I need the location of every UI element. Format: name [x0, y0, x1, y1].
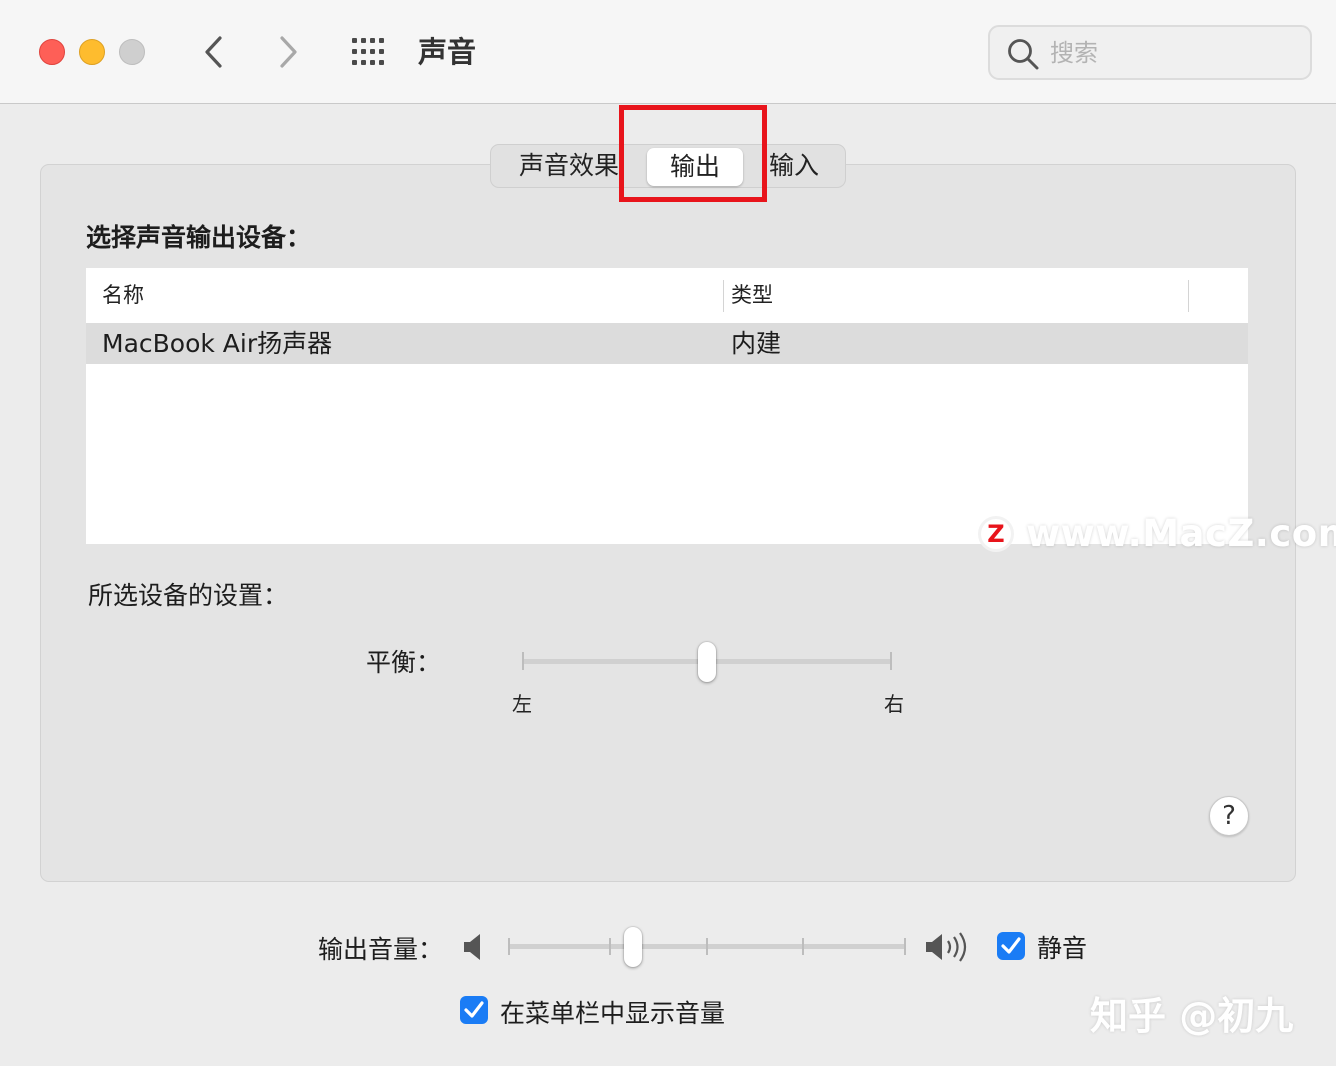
- balance-slider-knob[interactable]: [698, 642, 716, 682]
- mute-checkbox[interactable]: [997, 932, 1025, 960]
- show-all-button[interactable]: [350, 36, 390, 68]
- close-button[interactable]: [39, 39, 65, 65]
- window-title: 声音: [418, 35, 477, 69]
- show-volume-in-menubar-checkbox[interactable]: [460, 996, 488, 1024]
- help-button[interactable]: ?: [1209, 796, 1249, 836]
- tab-sound-effects[interactable]: 声音效果: [509, 145, 629, 187]
- speaker-high-icon: [926, 932, 967, 962]
- chevron-left-icon: [205, 36, 222, 68]
- site-watermark: Z www.MacZ.com: [978, 512, 1336, 556]
- balance-right-label: 右: [884, 692, 904, 716]
- volume-tick: [706, 938, 708, 955]
- balance-label: 平衡：: [366, 648, 442, 677]
- site-watermark-text: www.MacZ.com: [1026, 512, 1336, 555]
- back-button[interactable]: [196, 30, 232, 74]
- device-name-cell: MacBook Air扬声器: [102, 329, 333, 358]
- checkmark-icon: [464, 1001, 484, 1018]
- show-volume-in-menubar-label[interactable]: 在菜单栏中显示音量: [500, 994, 725, 1030]
- volume-slider-knob[interactable]: [624, 927, 643, 967]
- author-watermark: 知乎 @初九: [1090, 994, 1294, 1038]
- volume-tick: [508, 938, 510, 955]
- device-table[interactable]: 名称 类型 MacBook Air扬声器 内建: [86, 268, 1248, 544]
- minimize-button[interactable]: [79, 39, 105, 65]
- mute-label[interactable]: 静音: [1037, 929, 1087, 965]
- column-divider[interactable]: [1188, 280, 1189, 312]
- choose-device-label: 选择声音输出设备：: [86, 223, 312, 252]
- tab-input[interactable]: 输入: [759, 145, 829, 187]
- grid-icon: [352, 38, 384, 65]
- balance-left-label: 左: [512, 692, 532, 716]
- volume-tick: [904, 938, 906, 955]
- search-icon: [1008, 39, 1039, 70]
- zoom-button[interactable]: [119, 39, 145, 65]
- chevron-right-icon: [280, 36, 297, 68]
- checkmark-icon: [1001, 937, 1021, 954]
- speaker-low-icon: [464, 934, 480, 960]
- output-volume-label: 输出音量：: [318, 935, 444, 964]
- column-header-type[interactable]: 类型: [731, 268, 773, 323]
- site-logo: Z: [978, 516, 1014, 552]
- column-divider[interactable]: [723, 280, 724, 312]
- annotation-highlight-box: [619, 105, 767, 202]
- volume-tick: [802, 938, 804, 955]
- balance-tick-right: [890, 652, 892, 670]
- title-bar: 声音: [0, 0, 1336, 104]
- forward-button[interactable]: [270, 30, 306, 74]
- search-input[interactable]: [1050, 35, 1300, 71]
- column-header-name[interactable]: 名称: [102, 268, 144, 323]
- balance-tick-left: [522, 652, 524, 670]
- table-row[interactable]: MacBook Air扬声器 内建: [86, 323, 1248, 364]
- volume-tick: [609, 938, 611, 955]
- search-field[interactable]: [988, 25, 1312, 80]
- device-settings-label: 所选设备的设置：: [88, 581, 289, 610]
- device-type-cell: 内建: [731, 329, 782, 358]
